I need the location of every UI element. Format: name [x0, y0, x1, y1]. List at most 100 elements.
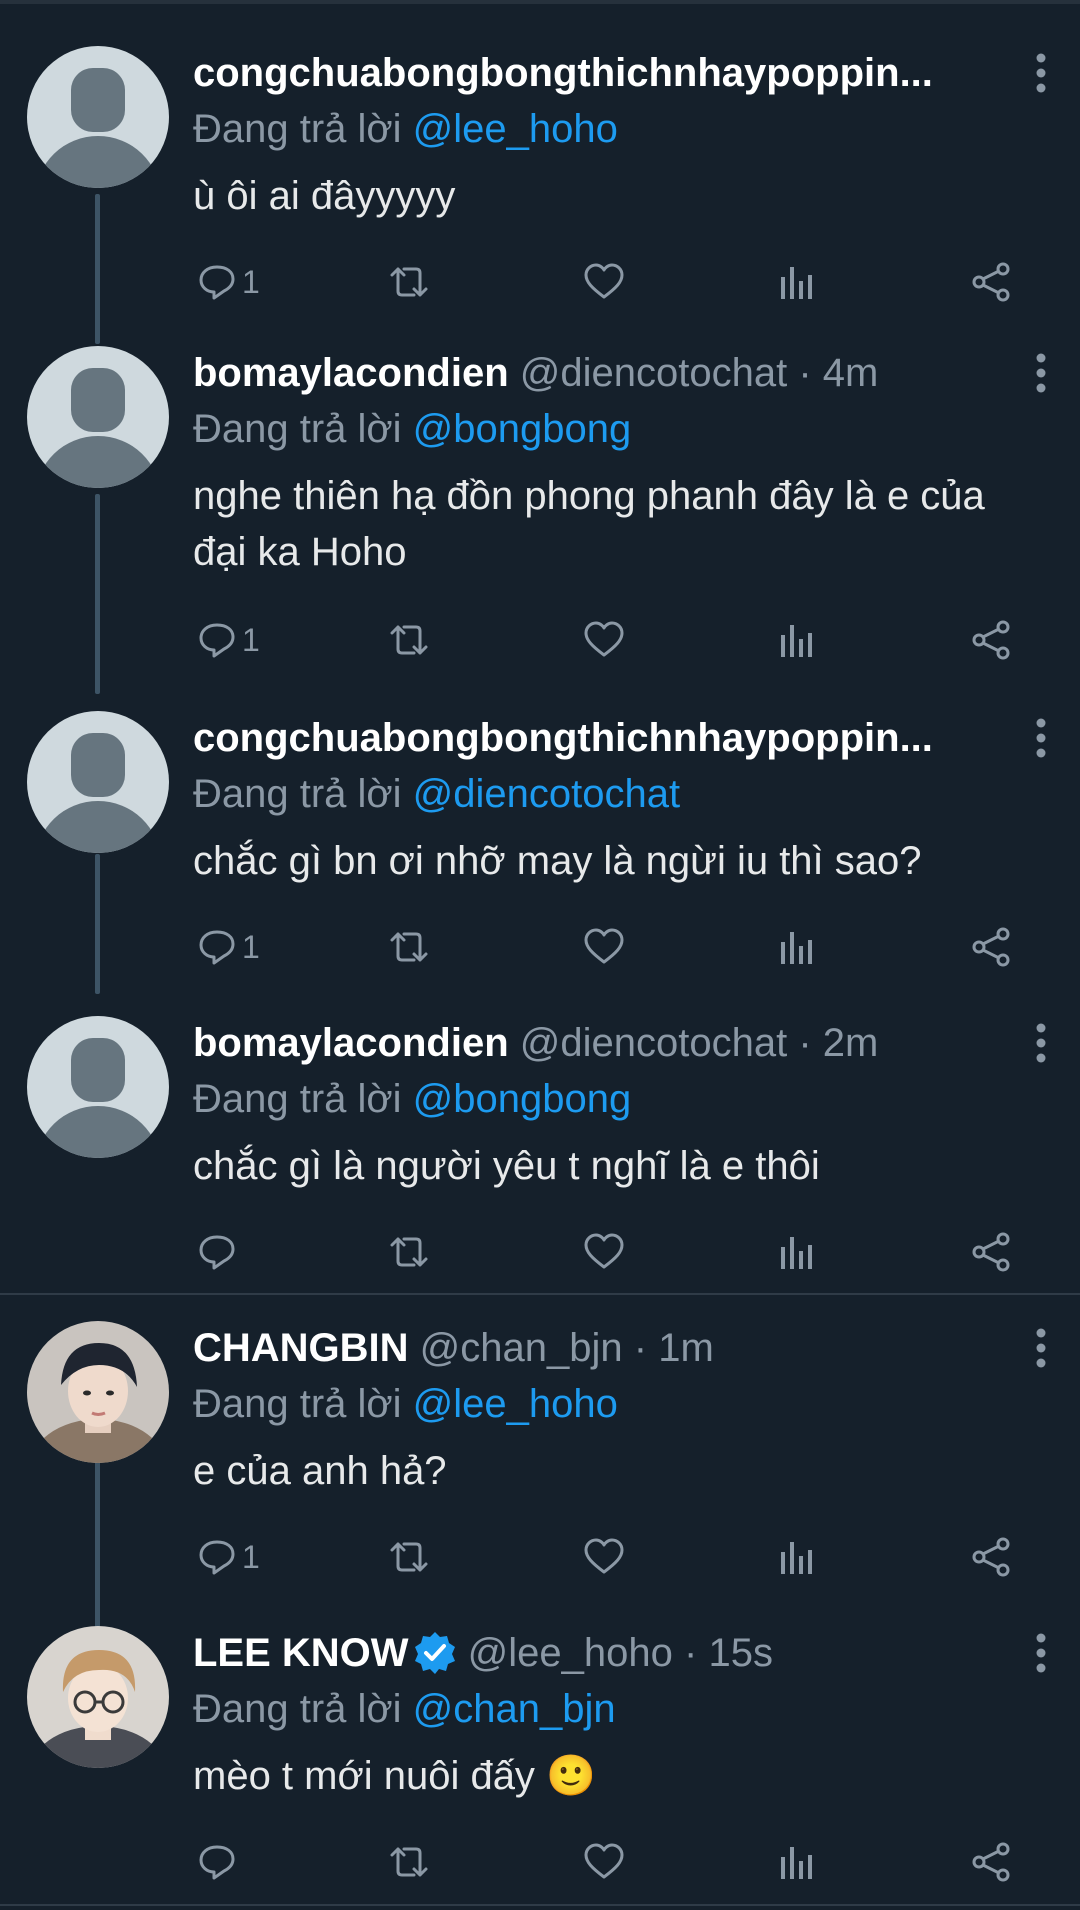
- views-icon: [781, 1847, 812, 1879]
- reply-button[interactable]: 1: [196, 917, 260, 977]
- more-options-icon[interactable]: [1030, 52, 1052, 94]
- reply-button[interactable]: [196, 1222, 242, 1282]
- mention-link[interactable]: @lee_hoho: [413, 1382, 618, 1426]
- separator-dot: ·: [798, 1021, 812, 1065]
- photo-avatar[interactable]: [27, 1626, 169, 1768]
- reply-icon: [199, 623, 235, 658]
- photo-avatar[interactable]: [27, 1321, 169, 1463]
- conversation-thread: congchuabongbongthichnhaypoppin... Đang …: [0, 0, 1080, 1910]
- action-bar: 1: [0, 1527, 1080, 1587]
- mention-link[interactable]: @diencotochat: [413, 772, 680, 816]
- tweet-text: chắc gì là người yêu t nghĩ là e thôi: [193, 1144, 820, 1188]
- tweet-header: congchuabongbongthichnhaypoppin...: [193, 713, 993, 763]
- more-options-icon[interactable]: [1030, 1632, 1052, 1674]
- views-icon: [781, 267, 812, 299]
- views-button[interactable]: [778, 1222, 814, 1282]
- timestamp[interactable]: 4m: [823, 351, 879, 395]
- views-button[interactable]: [778, 610, 814, 670]
- replying-to: Đang trả lời @bongbong: [193, 404, 631, 454]
- user-handle[interactable]: @diencotochat: [520, 1021, 787, 1065]
- replying-to: Đang trả lời @diencotochat: [193, 769, 680, 819]
- views-button[interactable]: [778, 917, 814, 977]
- retweet-button[interactable]: [386, 1222, 432, 1282]
- retweet-button[interactable]: [386, 917, 432, 977]
- views-icon: [781, 932, 812, 964]
- reply-count: 1: [242, 621, 260, 658]
- tweet[interactable]: congchuabongbongthichnhaypoppin... Đang …: [0, 665, 1080, 995]
- default-avatar[interactable]: [27, 346, 169, 488]
- tweet[interactable]: congchuabongbongthichnhaypoppin... Đang …: [0, 0, 1080, 340]
- share-button[interactable]: [970, 1832, 1012, 1892]
- separator-dot: ·: [633, 1326, 648, 1370]
- reply-count: 1: [242, 263, 260, 300]
- more-options-icon[interactable]: [1030, 352, 1052, 394]
- tweet-header: bomaylacondien @diencotochat · 4m: [193, 348, 993, 398]
- tweet-text: chắc gì bn ơi nhỡ may là ngừi iu thì sao…: [193, 839, 922, 883]
- replying-to-label: Đang trả lời: [193, 107, 402, 151]
- reply-icon: [199, 930, 235, 965]
- replying-to-label: Đang trả lời: [193, 407, 402, 451]
- display-name[interactable]: bomaylacondien: [193, 1021, 509, 1065]
- timestamp[interactable]: 2m: [823, 1021, 879, 1065]
- reply-button[interactable]: 1: [196, 610, 260, 670]
- more-options-icon[interactable]: [1030, 1327, 1052, 1369]
- default-avatar[interactable]: [27, 711, 169, 853]
- default-avatar[interactable]: [27, 46, 169, 188]
- share-icon: [972, 1842, 1010, 1882]
- display-name[interactable]: congchuabongbongthichnhaypoppin...: [193, 48, 933, 98]
- tweet-header: LEE KNOW @lee_hoho · 15s: [193, 1628, 993, 1678]
- tweet[interactable]: LEE KNOW @lee_hoho · 15s Đang trả lời @c…: [0, 1580, 1080, 1905]
- like-button[interactable]: [582, 1222, 626, 1282]
- replying-to-label: Đang trả lời: [193, 1077, 402, 1121]
- share-button[interactable]: [970, 1222, 1012, 1282]
- mention-link[interactable]: @chan_bjn: [413, 1687, 616, 1731]
- retweet-button[interactable]: [386, 1527, 432, 1587]
- retweet-icon: [390, 1237, 428, 1267]
- display-name[interactable]: bomaylacondien: [193, 351, 509, 395]
- heart-icon: [584, 263, 624, 299]
- user-handle[interactable]: @diencotochat: [520, 351, 787, 395]
- tweet-text: ù ôi ai đâyyyyy: [193, 174, 456, 218]
- share-button[interactable]: [970, 610, 1012, 670]
- display-name[interactable]: LEE KNOW: [193, 1631, 409, 1675]
- like-button[interactable]: [582, 1832, 626, 1892]
- reply-button[interactable]: 1: [196, 1527, 260, 1587]
- mention-link[interactable]: @bongbong: [413, 1077, 632, 1121]
- share-button[interactable]: [970, 917, 1012, 977]
- share-icon: [972, 1537, 1010, 1577]
- views-icon: [781, 1542, 812, 1574]
- mention-link[interactable]: @bongbong: [413, 407, 632, 451]
- reply-count: 1: [242, 928, 260, 965]
- timestamp[interactable]: 15s: [708, 1631, 773, 1675]
- views-button[interactable]: [778, 1832, 814, 1892]
- heart-icon: [584, 1538, 624, 1574]
- user-handle[interactable]: @lee_hoho: [468, 1631, 673, 1675]
- like-button[interactable]: [582, 917, 626, 977]
- display-name[interactable]: congchuabongbongthichnhaypoppin...: [193, 713, 933, 763]
- reply-icon: [199, 265, 235, 300]
- retweet-button[interactable]: [386, 1832, 432, 1892]
- display-name[interactable]: CHANGBIN: [193, 1326, 409, 1370]
- default-avatar[interactable]: [27, 1016, 169, 1158]
- user-handle[interactable]: @chan_bjn: [420, 1326, 623, 1370]
- views-icon: [781, 1237, 812, 1269]
- tweet-text: mèo t mới nuôi đấy 🙂: [193, 1754, 596, 1798]
- tweet[interactable]: bomaylacondien @diencotochat · 4m Đang t…: [0, 300, 1080, 680]
- reply-button[interactable]: [196, 1832, 242, 1892]
- separator-dot: ·: [798, 351, 812, 395]
- more-options-icon[interactable]: [1030, 717, 1052, 759]
- share-button[interactable]: [970, 1527, 1012, 1587]
- heart-icon: [584, 1233, 624, 1269]
- tweet-header: CHANGBIN @chan_bjn · 1m: [193, 1323, 993, 1373]
- like-button[interactable]: [582, 610, 626, 670]
- tweet[interactable]: bomaylacondien @diencotochat · 2m Đang t…: [0, 970, 1080, 1290]
- retweet-button[interactable]: [386, 610, 432, 670]
- tweet[interactable]: CHANGBIN @chan_bjn · 1m Đang trả lời @le…: [0, 1275, 1080, 1605]
- action-bar: 1: [0, 610, 1080, 670]
- views-button[interactable]: [778, 1527, 814, 1587]
- share-icon: [972, 620, 1010, 660]
- like-button[interactable]: [582, 1527, 626, 1587]
- more-options-icon[interactable]: [1030, 1022, 1052, 1064]
- timestamp[interactable]: 1m: [658, 1326, 714, 1370]
- mention-link[interactable]: @lee_hoho: [413, 107, 618, 151]
